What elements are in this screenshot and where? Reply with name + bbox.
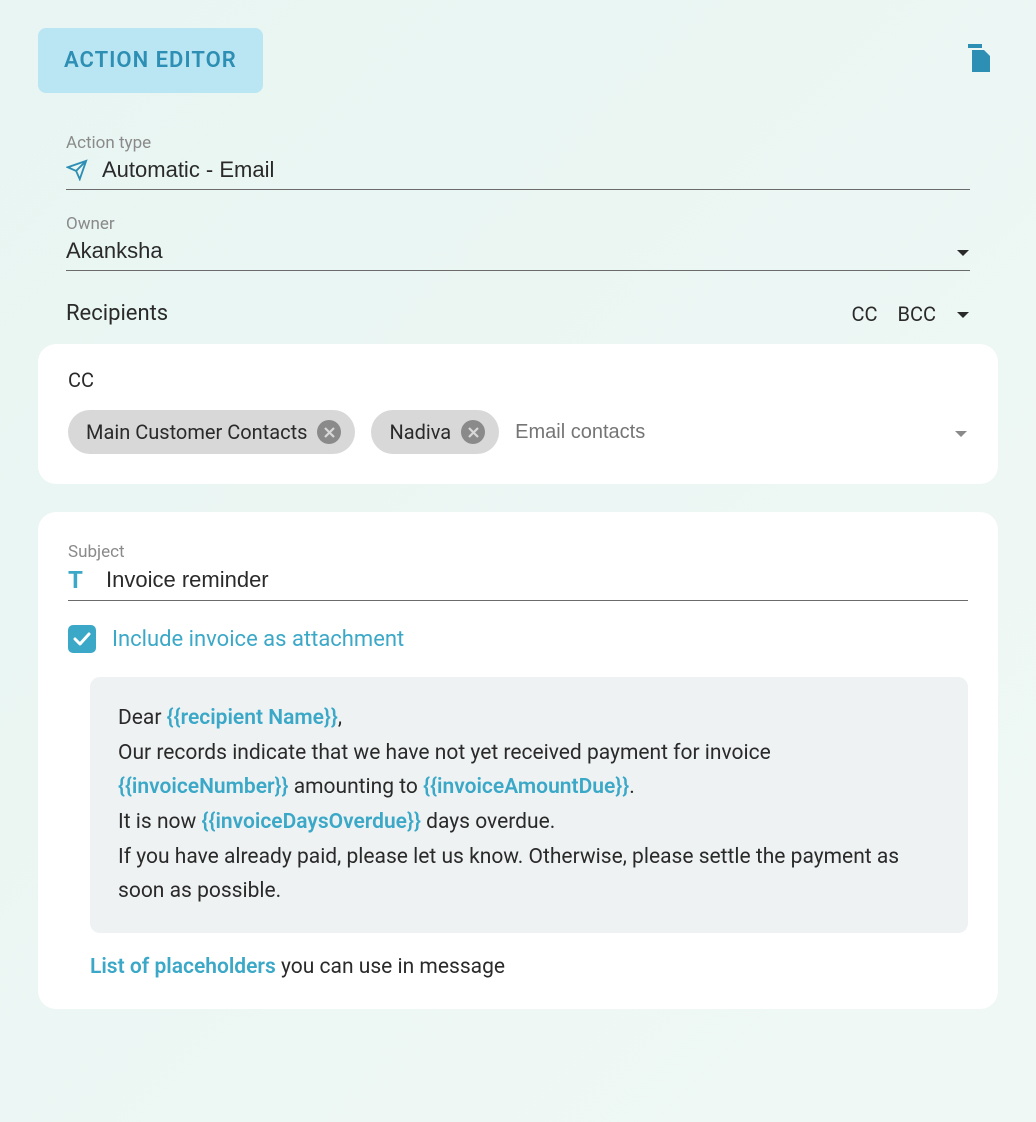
cc-toggle-button[interactable]: CC — [851, 302, 877, 326]
page-title: ACTION EDITOR — [38, 28, 263, 93]
include-attachment-label: Include invoice as attachment — [112, 627, 404, 652]
subject-input[interactable] — [106, 567, 968, 593]
recipient-chip: Nadiva — [371, 410, 499, 454]
placeholders-footer: List of placeholders you can use in mess… — [90, 955, 968, 979]
subject-label: Subject — [68, 542, 968, 562]
email-contacts-input[interactable] — [515, 421, 938, 444]
message-placeholder: {{invoiceDaysOverdue}} — [202, 810, 421, 834]
recipient-chip: Main Customer Contacts — [68, 410, 355, 454]
bcc-toggle-button[interactable]: BCC — [898, 302, 937, 326]
owner-field: Owner — [66, 214, 970, 271]
chip-label: Main Customer Contacts — [86, 420, 307, 444]
chip-label: Nadiva — [389, 420, 451, 444]
send-icon — [66, 159, 88, 181]
chevron-down-icon[interactable] — [956, 242, 970, 261]
include-attachment-checkbox[interactable] — [68, 625, 96, 653]
message-placeholder: {{invoiceAmountDue}} — [423, 775, 629, 799]
chevron-down-icon[interactable] — [954, 423, 968, 442]
message-body[interactable]: Dear {{recipient Name}},Our records indi… — [90, 677, 968, 933]
owner-label: Owner — [66, 214, 970, 234]
copy-icon[interactable] — [960, 38, 998, 84]
cc-card: CC Main Customer Contacts Nadiva — [38, 344, 998, 484]
close-icon[interactable] — [461, 420, 485, 444]
cc-chips-row: Main Customer Contacts Nadiva — [68, 410, 968, 454]
recipients-label: Recipients — [66, 301, 168, 326]
chevron-down-icon[interactable] — [956, 304, 970, 323]
message-card: Subject T Include invoice as attachment … — [38, 512, 998, 1009]
cc-section-label: CC — [68, 368, 968, 392]
text-icon: T — [68, 566, 92, 594]
message-placeholder: {{recipient Name}} — [167, 706, 338, 730]
action-type-field: Action type — [66, 133, 970, 190]
placeholders-footer-text: you can use in message — [276, 955, 505, 979]
message-placeholder: {{invoiceNumber}} — [118, 775, 288, 799]
placeholders-link[interactable]: List of placeholders — [90, 955, 276, 979]
action-type-label: Action type — [66, 133, 970, 153]
close-icon[interactable] — [317, 420, 341, 444]
action-type-input[interactable] — [102, 157, 970, 183]
subject-field: Subject T — [68, 542, 968, 601]
owner-select[interactable] — [66, 238, 956, 264]
